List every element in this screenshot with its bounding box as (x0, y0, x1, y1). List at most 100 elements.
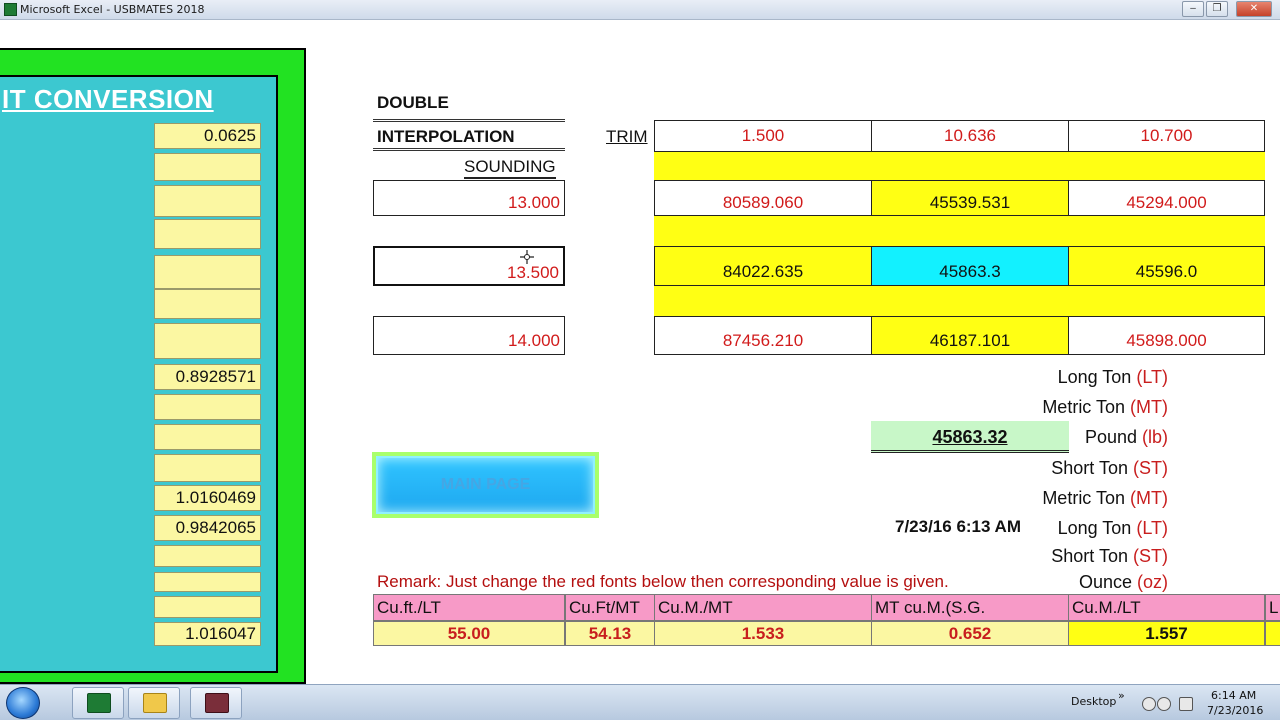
unit-value-cell[interactable]: 1.0160469 (154, 485, 261, 511)
row1-col2: 45539.531 (871, 180, 1069, 216)
title-bar: Microsoft Excel - USBMATES 2018 – ❐ ✕ (0, 0, 1280, 20)
row3-col1: 87456.210 (654, 316, 872, 355)
volume-icon[interactable] (1179, 697, 1193, 711)
interpolation-heading: INTERPOLATION (377, 127, 515, 146)
unit-label: Short Ton (ST) (1051, 546, 1168, 567)
taskbar-excel-button[interactable] (72, 687, 124, 719)
row3-col2: 46187.101 (871, 316, 1069, 355)
unit-label: Short Ton (ST) (1051, 458, 1168, 479)
unit-label: Metric Ton (MT) (1042, 397, 1168, 418)
taskbar-app-button[interactable] (190, 687, 242, 719)
trim-value-3[interactable]: 10.700 (1068, 120, 1265, 152)
row1-col1: 80589.060 (654, 180, 872, 216)
taskbar: Desktop » 6:14 AM 7/23/2016 (0, 684, 1280, 720)
unit-value-cell[interactable] (154, 572, 261, 592)
unit-value-cell[interactable] (154, 454, 261, 482)
row1-col3: 45294.000 (1068, 180, 1265, 216)
unit-name: Short Ton (1051, 458, 1133, 478)
yellow-band-3 (654, 286, 1265, 316)
unit-name: Metric Ton (1042, 397, 1131, 417)
unit-name: Long Ton (1057, 518, 1137, 538)
desktop-toolbar-label[interactable]: Desktop (1071, 695, 1116, 708)
unit-abbreviation: (LT) (1136, 518, 1168, 538)
row3-col3: 45898.000 (1068, 316, 1265, 355)
unit-value-cell[interactable] (154, 394, 261, 420)
main-page-button-label: MAIN PAGE (376, 456, 595, 514)
yellow-band-1 (654, 152, 1265, 180)
clock-time[interactable]: 6:14 AM (1211, 689, 1256, 702)
row2-col1: 84022.635 (654, 246, 872, 286)
unit-label: Long Ton (LT) (1058, 518, 1168, 539)
unit-label: Pound (lb) (1085, 427, 1168, 448)
excel-icon (87, 693, 111, 713)
unit-label: Ounce (oz) (1079, 572, 1168, 593)
header-cum-mt: Cu.M./MT (654, 594, 872, 621)
value-truncated (1265, 621, 1280, 646)
header-mt-cum-sg: MT cu.M.(S.G. (871, 594, 1069, 621)
unit-value-cell[interactable] (154, 219, 261, 249)
heading-divider-2 (373, 148, 565, 151)
remark-text: Remark: Just change the red fonts below … (377, 572, 949, 591)
unit-abbreviation: (LT) (1136, 367, 1168, 387)
value-mt-cum-sg: 0.652 (871, 621, 1069, 646)
action-center-icon[interactable] (1142, 697, 1156, 711)
sounding-2[interactable]: 13.500 (373, 246, 565, 286)
row2-col2-interpolated: 45863.3 (871, 246, 1069, 286)
unit-value-cell[interactable] (154, 255, 261, 289)
row2-col3: 45596.0 (1068, 246, 1265, 286)
start-button[interactable] (6, 687, 40, 719)
unit-value-cell[interactable] (154, 545, 261, 567)
unit-abbreviation: (lb) (1142, 427, 1168, 447)
toolbar-expand-icon[interactable]: » (1118, 689, 1125, 702)
unit-value-cell[interactable] (154, 153, 261, 181)
unit-value-cell[interactable] (154, 323, 261, 359)
minimize-button[interactable]: – (1182, 1, 1204, 17)
header-cuft-lt: Cu.ft./LT (373, 594, 565, 621)
unit-abbreviation: (oz) (1137, 572, 1168, 592)
sounding-1[interactable]: 13.000 (373, 180, 565, 216)
value-cuft-lt[interactable]: 55.00 (373, 621, 565, 646)
conversion-panel-title: IT CONVERSION (2, 84, 214, 114)
clock-date[interactable]: 7/23/2016 (1207, 704, 1263, 717)
taskbar-explorer-button[interactable] (128, 687, 180, 719)
interpolation-result: 45863.32 (871, 421, 1069, 453)
unit-label: Metric Ton (MT) (1042, 488, 1168, 509)
value-cuft-mt: 54.13 (565, 621, 655, 646)
excel-app-icon (4, 3, 17, 16)
unit-value-cell[interactable]: 0.0625 (154, 123, 261, 149)
unit-name: Short Ton (1051, 546, 1133, 566)
unit-abbreviation: (ST) (1133, 546, 1168, 566)
unit-value-cell[interactable] (154, 289, 261, 319)
unit-value-cell[interactable] (154, 596, 261, 618)
header-cuft-mt: Cu.Ft/MT (565, 594, 655, 621)
unit-value-cell[interactable] (154, 424, 261, 450)
unit-value-cell[interactable] (154, 185, 261, 217)
header-truncated: L (1265, 594, 1280, 621)
yellow-band-2 (654, 216, 1265, 246)
unit-name: Ounce (1078, 572, 1137, 592)
unit-label: Long Ton (LT) (1058, 367, 1168, 388)
network-icon[interactable] (1157, 697, 1171, 711)
restore-button[interactable]: ❐ (1206, 1, 1228, 17)
main-page-button[interactable]: MAIN PAGE (372, 452, 599, 518)
unit-value-cell[interactable]: 1.016047 (154, 622, 261, 646)
unit-abbreviation: (MT) (1130, 397, 1168, 417)
value-cum-mt: 1.533 (654, 621, 872, 646)
save-record-icon (205, 693, 229, 713)
unit-name: Long Ton (1057, 367, 1137, 387)
sounding-label: SOUNDING (464, 157, 556, 179)
trim-value-1[interactable]: 1.500 (654, 120, 872, 152)
trim-label: TRIM (606, 127, 648, 146)
folder-icon (143, 693, 167, 713)
move-cursor-icon (520, 250, 534, 264)
sounding-3[interactable]: 14.000 (373, 316, 565, 355)
window-title: Microsoft Excel - USBMATES 2018 (20, 3, 205, 16)
heading-divider (373, 119, 565, 122)
value-cum-lt: 1.557 (1068, 621, 1265, 646)
unit-name: Pound (1084, 427, 1142, 447)
close-button[interactable]: ✕ (1236, 1, 1272, 17)
unit-value-cell[interactable]: 0.9842065 (154, 515, 261, 541)
trim-value-2[interactable]: 10.636 (871, 120, 1069, 152)
excel-window: Microsoft Excel - USBMATES 2018 – ❐ ✕ IT… (0, 0, 1280, 720)
unit-value-cell[interactable]: 0.8928571 (154, 364, 261, 390)
